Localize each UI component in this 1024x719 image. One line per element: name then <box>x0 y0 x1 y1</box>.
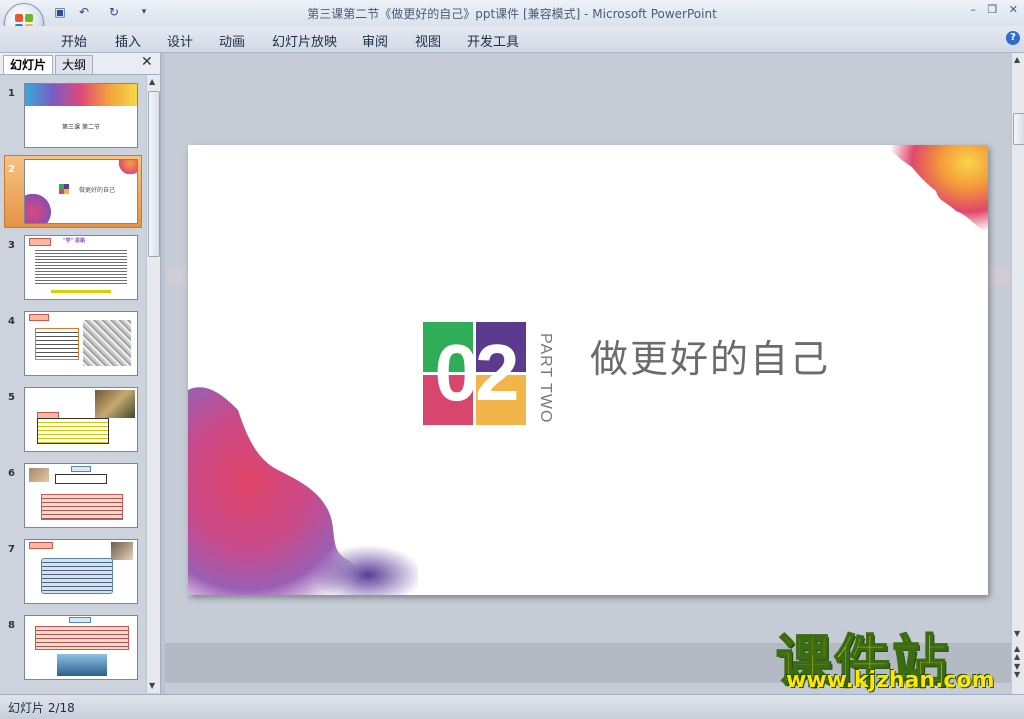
slide-thumbnail-4[interactable] <box>24 311 138 376</box>
panel-scrollbar[interactable]: ▲ ▼ <box>146 75 160 693</box>
minimize-icon[interactable]: – <box>970 3 976 16</box>
slide-number: 6 <box>8 468 15 479</box>
slide-thumbnail-6[interactable] <box>24 463 138 528</box>
slide-thumbnail-8[interactable] <box>24 615 138 680</box>
highlight-line <box>51 290 111 293</box>
scroll-up-icon[interactable]: ▲ <box>1014 55 1020 64</box>
slide-number: 4 <box>8 316 15 327</box>
scroll-down-icon[interactable]: ▼ <box>149 681 155 690</box>
restore-icon[interactable]: ❐ <box>987 3 997 16</box>
slide-scrollbar-thumb[interactable] <box>1013 113 1024 145</box>
label-box <box>69 617 91 623</box>
watercolor-blot <box>25 194 51 223</box>
label-box <box>29 542 53 549</box>
label-box <box>29 238 51 246</box>
photo-image <box>111 542 133 560</box>
window-title: 第三课第二节《做更好的自己》ppt课件 [兼容模式] - Microsoft P… <box>307 7 717 21</box>
window-controls: – ❐ ✕ <box>962 3 1018 16</box>
watercolor-banner <box>25 84 137 106</box>
text-box <box>35 328 79 360</box>
help-icon[interactable]: ? <box>1006 31 1020 45</box>
text-box <box>37 418 109 444</box>
scroll-down-icon[interactable]: ▼ <box>1014 629 1020 638</box>
tab-home[interactable]: 开始 <box>61 31 87 50</box>
scroll-up-icon[interactable]: ▲ <box>149 77 155 86</box>
section-number: 02 <box>434 328 520 417</box>
slide-thumbnail-7[interactable] <box>24 539 138 604</box>
slide-number: 7 <box>8 544 15 555</box>
panel-scrollbar-thumb[interactable] <box>148 91 160 257</box>
next-slide-icon[interactable]: ▼ ▼ <box>1014 663 1020 679</box>
tab-developer[interactable]: 开发工具 <box>467 31 519 50</box>
customize-toolbar-icon[interactable]: ▾ <box>136 5 152 19</box>
slide-number: 1 <box>8 88 15 99</box>
slide-thumbnail-5[interactable] <box>24 387 138 452</box>
slide-number: 8 <box>8 620 15 631</box>
thumb-caption: "学" 思路 <box>63 238 85 244</box>
tab-insert[interactable]: 插入 <box>115 31 141 50</box>
close-panel-icon[interactable]: ✕ <box>141 54 153 70</box>
previous-slide-icon[interactable]: ▲ ▲ <box>1014 645 1020 661</box>
thumb-caption: 做更好的自己 <box>79 187 116 194</box>
slides-panel: 幻灯片 大纲 ✕ 1 第三课 第二节 2 做更好的自己 3 "学" 思路 4 5 <box>0 53 161 694</box>
redo-icon[interactable]: ↻ <box>106 5 122 19</box>
text-box <box>41 558 113 594</box>
tab-review[interactable]: 审阅 <box>362 31 388 50</box>
photo-image <box>95 390 135 418</box>
slide-thumbnail-3[interactable]: "学" 思路 <box>24 235 138 300</box>
title-bar: 第三课第二节《做更好的自己》ppt课件 [兼容模式] - Microsoft P… <box>0 0 1024 26</box>
tab-view[interactable]: 视图 <box>415 31 441 50</box>
watercolor-blot <box>115 160 137 174</box>
tab-animations[interactable]: 动画 <box>219 31 245 50</box>
undo-icon[interactable]: ↶ <box>76 5 92 19</box>
watercolor-bottom-left <box>188 387 418 595</box>
photo-image <box>29 468 49 482</box>
tab-slides[interactable]: 幻灯片 <box>3 55 54 74</box>
slide-indicator: 幻灯片 2/18 <box>8 701 75 715</box>
label-box <box>29 314 49 321</box>
thumb-caption: 第三课 第二节 <box>62 124 100 131</box>
tab-design[interactable]: 设计 <box>167 31 193 50</box>
slide-number: 5 <box>8 392 15 403</box>
illustration-image <box>83 320 131 366</box>
text-box <box>41 494 123 520</box>
photo-image <box>57 654 107 676</box>
tab-outline[interactable]: 大纲 <box>55 55 94 74</box>
current-slide[interactable]: 02 PART TWO 做更好的自己 <box>188 145 988 595</box>
watercolor-top-right <box>888 145 988 233</box>
slide-scrollbar[interactable]: ▲ ▼ ▲ ▲ ▼ ▼ <box>1011 53 1024 694</box>
text-box <box>55 474 107 484</box>
slide-thumbnail-2[interactable]: 做更好的自己 <box>24 159 138 224</box>
ribbon-tabs: 开始 插入 设计 动画 幻灯片放映 审阅 视图 开发工具 ? <box>0 26 1024 53</box>
panel-tabs: 幻灯片 大纲 ✕ <box>0 53 160 75</box>
section-subtitle: PART TWO <box>537 333 554 424</box>
watermark-url: www.kjzhan.com <box>786 668 995 693</box>
slide-number: 2 <box>8 164 15 175</box>
tab-slideshow[interactable]: 幻灯片放映 <box>272 31 337 50</box>
slide-number: 3 <box>8 240 15 251</box>
text-lines <box>35 248 127 286</box>
slide-title: 做更好的自己 <box>590 337 831 381</box>
number-block <box>64 189 69 194</box>
slide-thumbnail-1[interactable]: 第三课 第二节 <box>24 83 138 148</box>
label-box <box>71 466 91 472</box>
save-icon[interactable]: ▣ <box>52 5 68 19</box>
text-box <box>35 626 129 650</box>
section-number-block: 02 <box>423 322 527 425</box>
close-icon[interactable]: ✕ <box>1009 3 1018 16</box>
